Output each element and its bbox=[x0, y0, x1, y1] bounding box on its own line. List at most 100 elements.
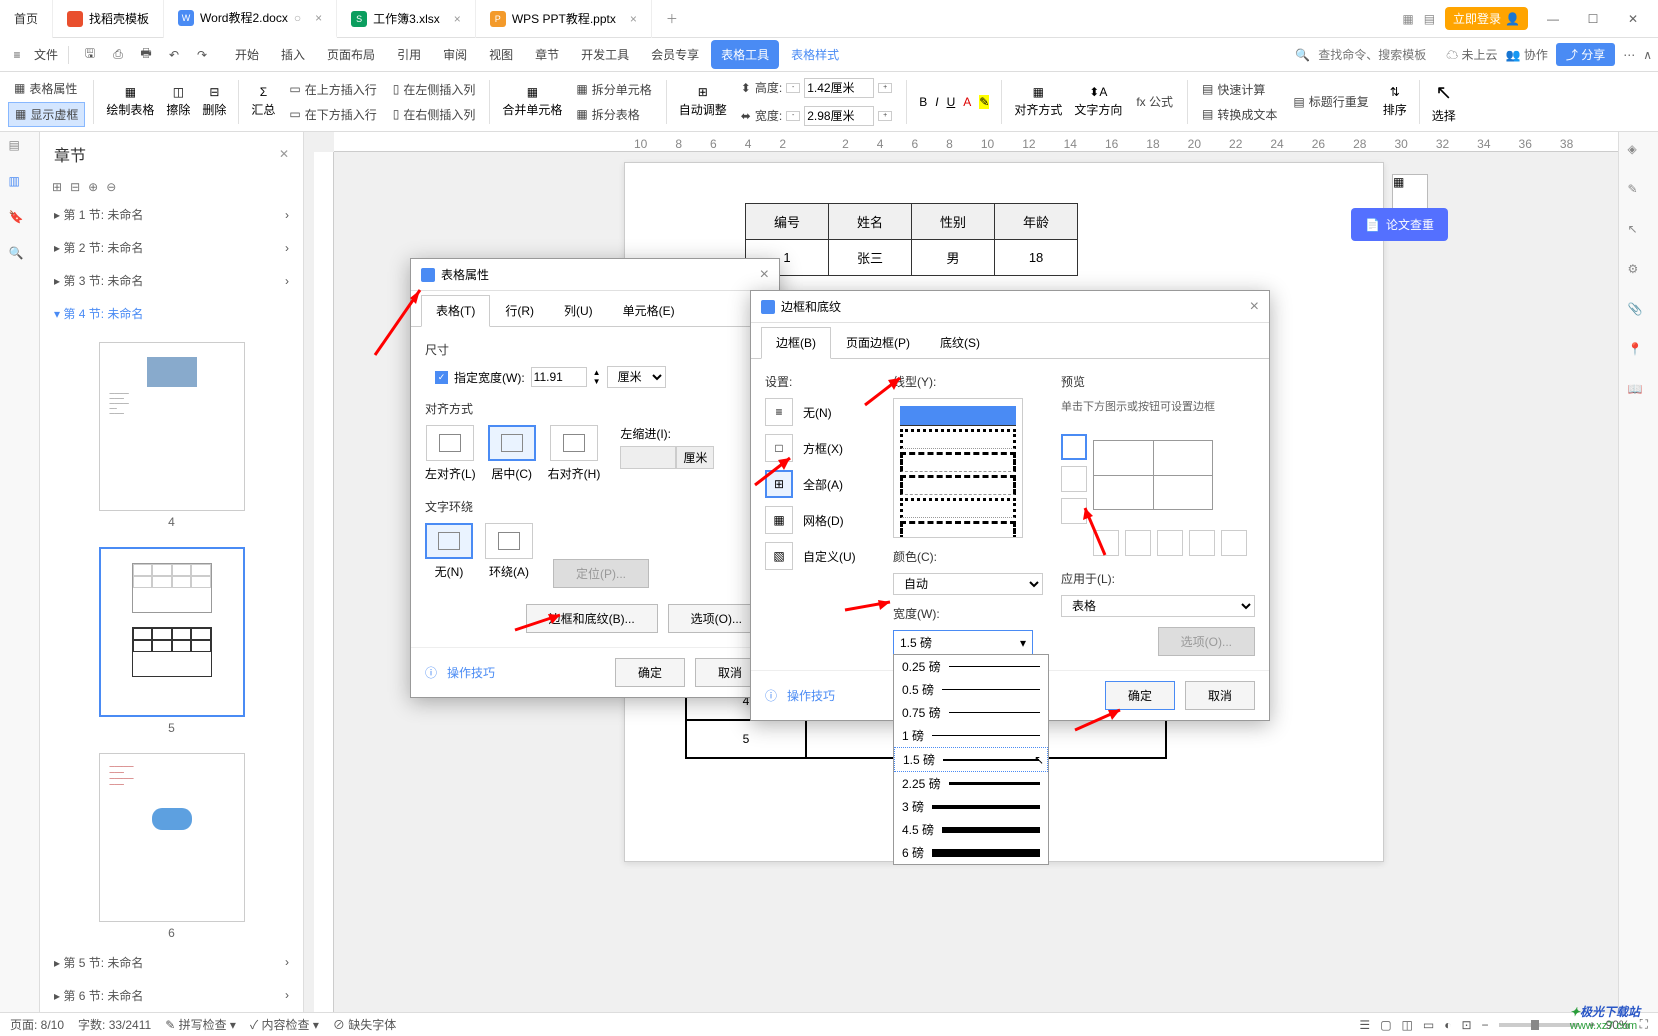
tab-close[interactable]: × bbox=[454, 12, 461, 26]
tab-doc-word[interactable]: W Word教程2.docx ○ × bbox=[164, 0, 337, 38]
width-unit-select[interactable]: 厘米 bbox=[607, 366, 666, 388]
insert-row-below-button[interactable]: ▭ 在下方插入行 bbox=[283, 103, 382, 126]
spin-up[interactable]: + bbox=[878, 83, 892, 93]
cell[interactable]: 18 bbox=[995, 240, 1078, 276]
menu-chapter[interactable]: 章节 bbox=[525, 40, 569, 69]
nav-section-6[interactable]: ▸ 第 6 节: 未命名› bbox=[40, 979, 303, 1012]
menu-review[interactable]: 审阅 bbox=[433, 40, 477, 69]
menu-start[interactable]: 开始 bbox=[225, 40, 269, 69]
width-input[interactable] bbox=[804, 106, 874, 126]
border-box[interactable]: □ bbox=[765, 434, 793, 462]
nav-outline-icon[interactable]: ▤ bbox=[9, 138, 31, 160]
cell[interactable]: 张三 bbox=[829, 240, 912, 276]
pv-diag[interactable] bbox=[1093, 530, 1119, 556]
rb-clip-icon[interactable]: 📎 bbox=[1628, 302, 1650, 324]
tab-templates[interactable]: 找稻壳模板 bbox=[53, 0, 164, 38]
menu-dev[interactable]: 开发工具 bbox=[571, 40, 639, 69]
border-none[interactable]: ≡ bbox=[765, 398, 793, 426]
menu-vip[interactable]: 会员专享 bbox=[641, 40, 709, 69]
page-thumb-5[interactable] bbox=[99, 547, 245, 716]
menu-tabletools[interactable]: 表格工具 bbox=[711, 40, 779, 69]
dlg2-tab-shading[interactable]: 底纹(S) bbox=[925, 327, 995, 358]
data-table[interactable]: 编号姓名性别年龄 1张三男18 bbox=[745, 203, 1078, 276]
table-props-button[interactable]: ▦ 表格属性 bbox=[8, 77, 85, 100]
italic-button[interactable]: I bbox=[935, 95, 938, 109]
tab-home[interactable]: 首页 bbox=[0, 0, 53, 38]
save-icon[interactable]: 🖫 bbox=[79, 44, 101, 66]
fullscreen-icon[interactable]: ⛶ bbox=[1640, 1017, 1648, 1032]
repeat-header-button[interactable]: ▤ 标题行重复 bbox=[1287, 90, 1374, 113]
print-preview-icon[interactable]: ⎙ bbox=[107, 44, 129, 66]
command-search-input[interactable] bbox=[1318, 48, 1438, 62]
border-custom[interactable]: ▧ bbox=[765, 542, 793, 570]
rb-cursor-icon[interactable]: ↖ bbox=[1628, 222, 1650, 244]
spin-down[interactable]: - bbox=[786, 83, 800, 93]
underline-button[interactable]: U bbox=[947, 95, 956, 109]
zoom-out[interactable]: − bbox=[1482, 1018, 1489, 1032]
wrap-none[interactable] bbox=[425, 523, 473, 559]
dlg2-tab-page[interactable]: 页面边框(P) bbox=[831, 327, 925, 358]
spec-width-checkbox[interactable]: ✓ bbox=[435, 371, 448, 384]
align-icon[interactable]: ▦ bbox=[1033, 85, 1044, 99]
spin-down[interactable]: - bbox=[786, 111, 800, 121]
dlg1-ok-button[interactable]: 确定 bbox=[615, 658, 685, 687]
collab-icon[interactable]: 👥 协作 bbox=[1506, 46, 1548, 63]
cell[interactable]: 男 bbox=[912, 240, 995, 276]
content-check[interactable]: ✓ 内容检查 ▾ bbox=[250, 1016, 319, 1033]
cell[interactable] bbox=[1046, 720, 1166, 758]
tab-close[interactable]: × bbox=[315, 11, 322, 25]
border-shading-button[interactable]: 边框和底纹(B)... bbox=[526, 604, 658, 633]
formula-button[interactable]: fx 公式 bbox=[1130, 90, 1179, 113]
th-age[interactable]: 年龄 bbox=[995, 204, 1078, 240]
menu-layout[interactable]: 页面布局 bbox=[317, 40, 385, 69]
insert-row-above-button[interactable]: ▭ 在上方插入行 bbox=[283, 78, 382, 101]
more-icon[interactable]: ⋯ bbox=[1623, 48, 1635, 62]
pv-mid-v[interactable] bbox=[1157, 530, 1183, 556]
spell-check[interactable]: ✎ 拼写检查 ▾ bbox=[165, 1016, 236, 1033]
apply-select[interactable]: 表格 bbox=[1061, 595, 1255, 617]
close-window-button[interactable]: ✕ bbox=[1618, 5, 1648, 33]
file-menu[interactable]: 文件 bbox=[34, 46, 58, 63]
cloud-icon[interactable]: ☁ 未上云 bbox=[1446, 46, 1497, 63]
pv-top[interactable] bbox=[1061, 434, 1087, 460]
tips-link[interactable]: 操作技巧 bbox=[787, 687, 835, 704]
width-opt[interactable]: 1 磅 bbox=[894, 724, 1048, 747]
align-right[interactable] bbox=[550, 425, 598, 461]
pv-mid-h[interactable] bbox=[1061, 466, 1087, 492]
col-width[interactable]: ⬌ 宽度: -+ bbox=[735, 103, 898, 129]
draw-table-icon[interactable]: ▦ bbox=[125, 85, 136, 99]
dlg2-cancel-button[interactable]: 取消 bbox=[1185, 681, 1255, 710]
to-text-button[interactable]: ▤ 转换成文本 bbox=[1196, 103, 1283, 126]
th-id[interactable]: 编号 bbox=[746, 204, 829, 240]
width-opt[interactable]: 4.5 磅 bbox=[894, 818, 1048, 841]
merge-icon[interactable]: ▦ bbox=[527, 85, 538, 99]
line-solid[interactable] bbox=[900, 406, 1016, 426]
nav-expand-icon[interactable]: ⊞ bbox=[52, 180, 62, 194]
grid-icon[interactable]: ▤ bbox=[1424, 12, 1435, 26]
minimize-button[interactable]: — bbox=[1538, 5, 1568, 33]
line-dashdot[interactable] bbox=[900, 475, 1016, 495]
missing-font[interactable]: ⊘ 缺失字体 bbox=[333, 1016, 396, 1033]
nav-close-icon[interactable]: ✕ bbox=[279, 147, 289, 161]
nav-remove-icon[interactable]: ⊖ bbox=[106, 180, 116, 194]
page-indicator[interactable]: 页面: 8/10 bbox=[10, 1016, 64, 1033]
nav-section-3[interactable]: ▸ 第 3 节: 未命名› bbox=[40, 264, 303, 297]
textdir-icon[interactable]: ⬍A bbox=[1089, 85, 1107, 99]
nav-bookmark-icon[interactable]: 🔖 bbox=[9, 210, 31, 232]
split-table-button[interactable]: ▦ 拆分表格 bbox=[570, 103, 657, 126]
line-dashdotdot[interactable] bbox=[900, 498, 1016, 518]
width-opt[interactable]: 6 磅 bbox=[894, 841, 1048, 864]
zoom-slider[interactable] bbox=[1499, 1023, 1579, 1027]
row-height[interactable]: ⬍ 高度: -+ bbox=[735, 75, 898, 101]
line-dotted[interactable] bbox=[900, 429, 1016, 449]
menu-ref[interactable]: 引用 bbox=[387, 40, 431, 69]
dlg1-tab-table[interactable]: 表格(T) bbox=[421, 295, 490, 327]
collapse-ribbon-icon[interactable]: ∧ bbox=[1643, 48, 1652, 62]
insert-col-left-button[interactable]: ▯ 在左侧插入列 bbox=[387, 78, 482, 101]
rb-diamond-icon[interactable]: ◈ bbox=[1628, 142, 1650, 164]
view-page-icon[interactable]: ▢ bbox=[1380, 1018, 1391, 1032]
maximize-button[interactable]: ☐ bbox=[1578, 5, 1608, 33]
nav-chapter-icon[interactable]: ▥ bbox=[9, 174, 31, 196]
indent-input[interactable] bbox=[620, 446, 676, 469]
sort-icon[interactable]: ⇅ bbox=[1390, 85, 1400, 99]
